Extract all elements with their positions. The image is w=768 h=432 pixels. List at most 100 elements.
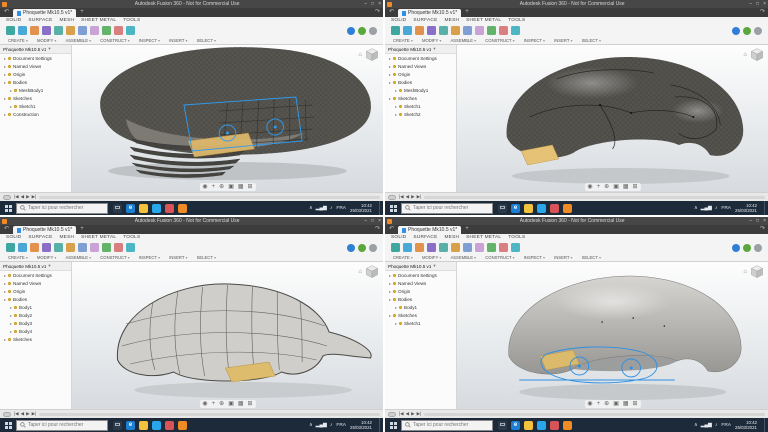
browser-item[interactable]: ▸ Named Views (385, 279, 456, 287)
timeline-control[interactable]: ▶| (32, 411, 37, 417)
display-settings-icon[interactable]: ▦ (238, 183, 244, 191)
new-design-tool-icon[interactable] (391, 26, 400, 36)
show-desktop-button[interactable] (764, 201, 766, 215)
comments-icon[interactable] (388, 194, 396, 200)
pan-icon[interactable]: + (212, 400, 216, 408)
document-tab[interactable]: Phoquette Mk10.5 v1* (398, 9, 462, 17)
browser-item[interactable]: ▸ Origin (385, 70, 456, 78)
extrude-tool-icon[interactable] (54, 243, 63, 253)
measure-tool-icon[interactable] (511, 243, 520, 253)
show-desktop-button[interactable] (379, 201, 381, 215)
box-tool-icon[interactable] (18, 243, 27, 253)
orbit-icon[interactable]: ◉ (202, 183, 207, 191)
display-settings-icon[interactable]: ▦ (623, 400, 629, 408)
pan-icon[interactable]: + (597, 183, 601, 191)
ribbon-tab[interactable]: SURFACE (413, 235, 437, 240)
pan-icon[interactable]: + (212, 183, 216, 191)
browser-item[interactable]: ▸ Body1 (0, 303, 71, 311)
new-design-tool-icon[interactable] (391, 243, 400, 253)
measure-tool-icon[interactable] (511, 26, 520, 36)
visibility-bulb-icon[interactable] (8, 273, 12, 277)
visibility-bulb-icon[interactable] (399, 88, 403, 92)
timeline-control[interactable]: ◀ (406, 411, 409, 417)
revolve-tool-icon[interactable] (451, 243, 460, 253)
ribbon-group-label[interactable]: CONSTRUCT (100, 255, 129, 260)
data-panel-icon[interactable]: ↶ (387, 225, 396, 234)
help-icon[interactable] (754, 26, 762, 35)
new-design-tool-icon[interactable] (6, 26, 15, 36)
ribbon-group-label[interactable]: CONSTRUCT (485, 255, 514, 260)
extrude-tool-icon[interactable] (439, 243, 448, 253)
ribbon-group-label[interactable]: CREATE (8, 255, 28, 260)
ribbon-tab[interactable]: TOOLS (508, 235, 525, 240)
pan-icon[interactable]: + (597, 400, 601, 408)
mesh-tool-icon[interactable] (90, 243, 99, 253)
redo-icon[interactable]: ↷ (374, 225, 381, 234)
ribbon-group-label[interactable]: CONSTRUCT (100, 38, 129, 43)
browser-item[interactable]: ▸ Document Settings (385, 271, 456, 279)
box-tool-icon[interactable] (403, 243, 412, 253)
comments-icon[interactable] (3, 411, 11, 417)
browser-item[interactable]: ▸ Origin (0, 70, 71, 78)
orbit-icon[interactable]: ◉ (202, 400, 207, 408)
browser-item[interactable]: ▸ Sketches (0, 335, 71, 343)
visibility-bulb-icon[interactable] (393, 72, 397, 76)
grid-snap-icon[interactable]: ⊞ (633, 400, 638, 408)
fit-icon[interactable]: ▣ (613, 183, 619, 191)
data-panel-icon[interactable]: ↶ (387, 8, 396, 17)
form-tool-icon[interactable] (42, 243, 51, 253)
combine-tool-icon[interactable] (487, 243, 496, 253)
timeline-control[interactable]: ◀ (21, 194, 24, 200)
ribbon-group-label[interactable]: CREATE (393, 255, 413, 260)
timeline-control[interactable]: |◀ (14, 411, 19, 417)
visibility-bulb-icon[interactable] (8, 112, 12, 116)
browser-item[interactable]: ▸ Body2 (0, 311, 71, 319)
section-tool-icon[interactable] (499, 243, 508, 253)
taskbar-search[interactable] (401, 202, 493, 214)
timeline-control[interactable]: ▶| (417, 194, 422, 200)
ribbon-tab[interactable]: SHEET METAL (466, 235, 501, 240)
mesh-tool-icon[interactable] (475, 243, 484, 253)
ribbon-group-label[interactable]: SELECT (197, 38, 216, 43)
new-tab-button[interactable]: + (463, 8, 471, 17)
ribbon-group-label[interactable]: INSERT (169, 255, 187, 260)
generative-icon[interactable] (358, 243, 366, 252)
comments-icon[interactable] (388, 411, 396, 417)
ribbon-group-label[interactable]: INSERT (554, 38, 572, 43)
cylinder-tool-icon[interactable] (415, 243, 424, 253)
fit-icon[interactable]: ▣ (613, 400, 619, 408)
new-design-tool-icon[interactable] (6, 243, 15, 253)
ribbon-group-label[interactable]: MODIFY (37, 38, 56, 43)
visibility-bulb-icon[interactable] (8, 337, 12, 341)
mesh-tool-icon[interactable] (90, 26, 99, 36)
edge-icon[interactable]: e (126, 420, 135, 430)
extensions-icon[interactable] (347, 26, 355, 35)
ribbon-tab[interactable]: SOLID (6, 18, 21, 23)
form-tool-icon[interactable] (427, 26, 436, 36)
redo-icon[interactable]: ↷ (759, 8, 766, 17)
tray-expand-icon[interactable]: ∧ (694, 422, 698, 428)
ribbon-tab[interactable]: MESH (59, 235, 74, 240)
visibility-bulb-icon[interactable] (14, 321, 18, 325)
generative-icon[interactable] (358, 26, 366, 35)
mesh-tool-icon[interactable] (475, 26, 484, 36)
visibility-bulb-icon[interactable] (393, 96, 397, 100)
volume-icon[interactable]: ♪ (330, 422, 333, 428)
box-tool-icon[interactable] (18, 26, 27, 36)
ribbon-tab[interactable]: SURFACE (413, 18, 437, 23)
browser-item[interactable]: ▸ MeshBody1 (385, 86, 456, 94)
ribbon-tab[interactable]: TOOLS (123, 235, 140, 240)
viewport-canvas[interactable]: ⌂ ◉ + ⊕ ▣ ▦ ⊞ (457, 262, 768, 409)
ribbon-group-label[interactable]: SELECT (582, 255, 601, 260)
visibility-bulb-icon[interactable] (393, 273, 397, 277)
ribbon-tab[interactable]: SOLID (391, 235, 406, 240)
fit-icon[interactable]: ▣ (228, 400, 234, 408)
edge-icon[interactable]: e (511, 420, 520, 430)
extensions-icon[interactable] (347, 243, 355, 252)
ribbon-group-label[interactable]: CREATE (393, 38, 413, 43)
grid-snap-icon[interactable]: ⊞ (633, 183, 638, 191)
taskbar-search[interactable] (16, 419, 108, 431)
tray-expand-icon[interactable]: ∧ (309, 205, 313, 211)
network-icon[interactable]: ▂▄▆ (701, 422, 712, 428)
timeline-control[interactable]: ▶ (26, 411, 29, 417)
